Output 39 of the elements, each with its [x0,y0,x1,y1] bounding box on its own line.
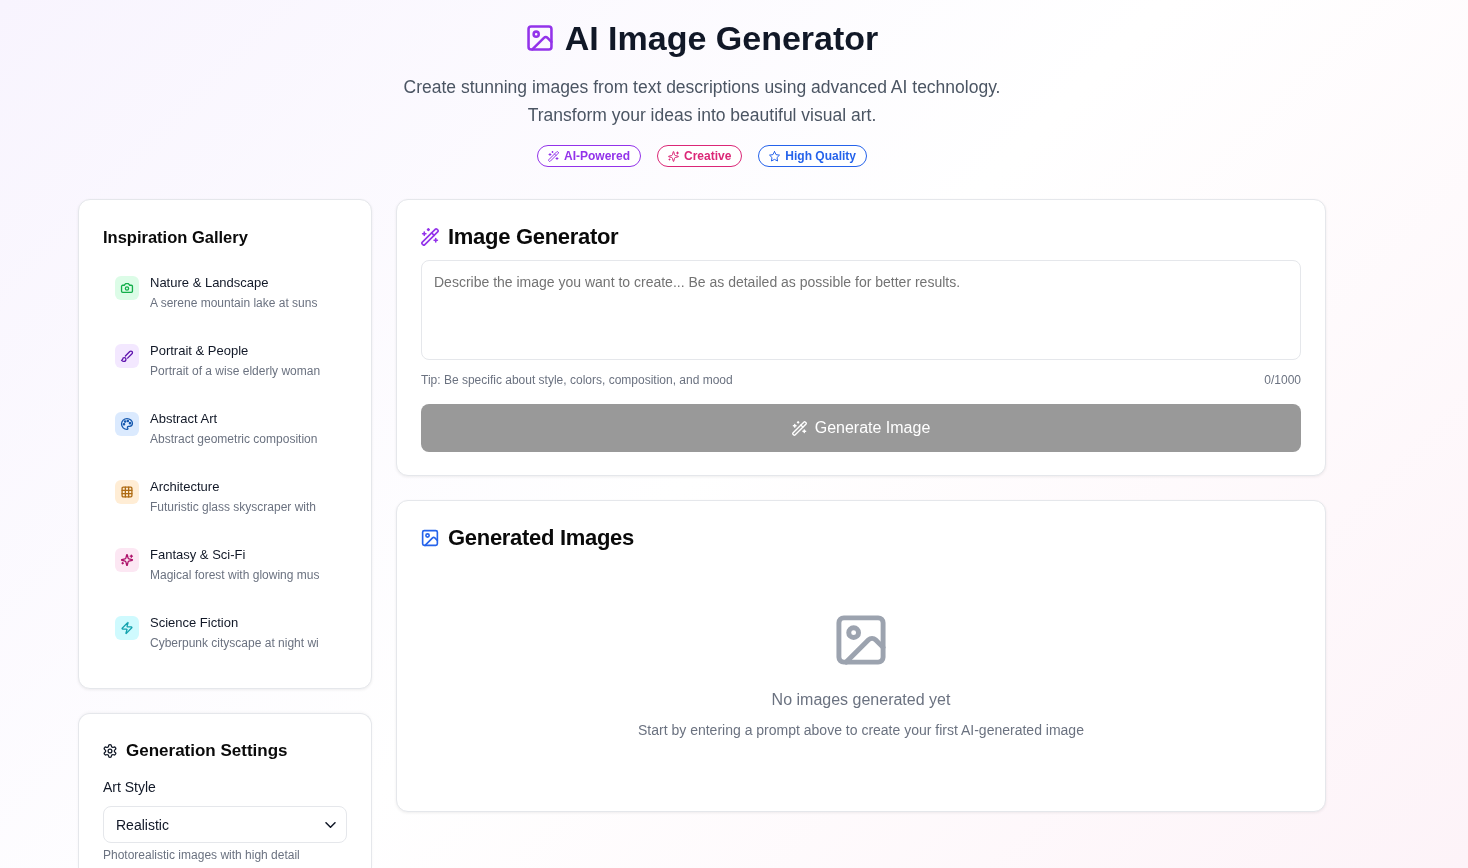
badge-label: Creative [684,148,732,164]
prompt-tip: Tip: Be specific about style, colors, composition, and mood [421,372,733,388]
empty-state-text: Start by entering a prompt above to create your first AI-generated image [638,721,1084,740]
page-title: AI Image Generator [564,18,879,58]
settings-icon [103,744,117,758]
wand-icon [791,420,807,436]
gallery-item-description[interactable]: Cyberpunk cityscape at night wi [150,633,319,653]
sparkles-icon [668,150,679,162]
badge-label: High Quality [785,148,857,164]
gallery-item-title[interactable]: Portrait & People [150,341,249,361]
star-icon [769,150,781,162]
character-count: 0/1000 [1264,372,1301,388]
gallery-item-description[interactable]: Magical forest with glowing mus [150,565,320,585]
image-icon [525,24,554,52]
art-style-select[interactable]: Realistic [103,806,347,843]
gallery-item-title[interactable]: Abstract Art [150,409,218,429]
gallery-item-title[interactable]: Fantasy & Sci-Fi [150,545,246,565]
field-help: Photorealistic images with high detail [103,847,300,863]
wand-icon [421,228,439,246]
gallery-item-title[interactable]: Science Fiction [150,613,239,633]
gallery-item-description[interactable]: Portrait of a wise elderly woman [150,361,321,381]
gallery-item-description[interactable]: A serene mountain lake at suns [150,293,318,313]
wand-icon [547,150,559,162]
gallery-item-title[interactable]: Architecture [150,477,220,497]
field-label: Art Style [103,778,156,797]
gallery-title: Inspiration Gallery [103,227,248,248]
badge-label: AI-Powered [563,148,630,164]
prompt-field[interactable]: Describe the image you want to create... Be as detailed as possible for better results. [421,260,1301,360]
page-subtitle: Create stunning images from text descriptions using advanced AI technology. Transform your ideas into beautiful visual art. [402,76,1002,127]
image-icon [834,613,888,667]
gallery-item-description[interactable]: Futuristic glass skyscraper with [150,497,317,517]
image-icon [421,529,439,547]
gallery-item-title[interactable]: Nature & Landscape [150,273,269,293]
chevron-down-icon [325,821,336,828]
results-title: Generated Images [448,524,634,552]
empty-state-title: No images generated yet [771,690,951,710]
gallery-item-description[interactable]: Abstract geometric composition [150,429,318,449]
generator-title: Image Generator [448,223,619,251]
settings-title: Generation Settings [126,740,288,762]
